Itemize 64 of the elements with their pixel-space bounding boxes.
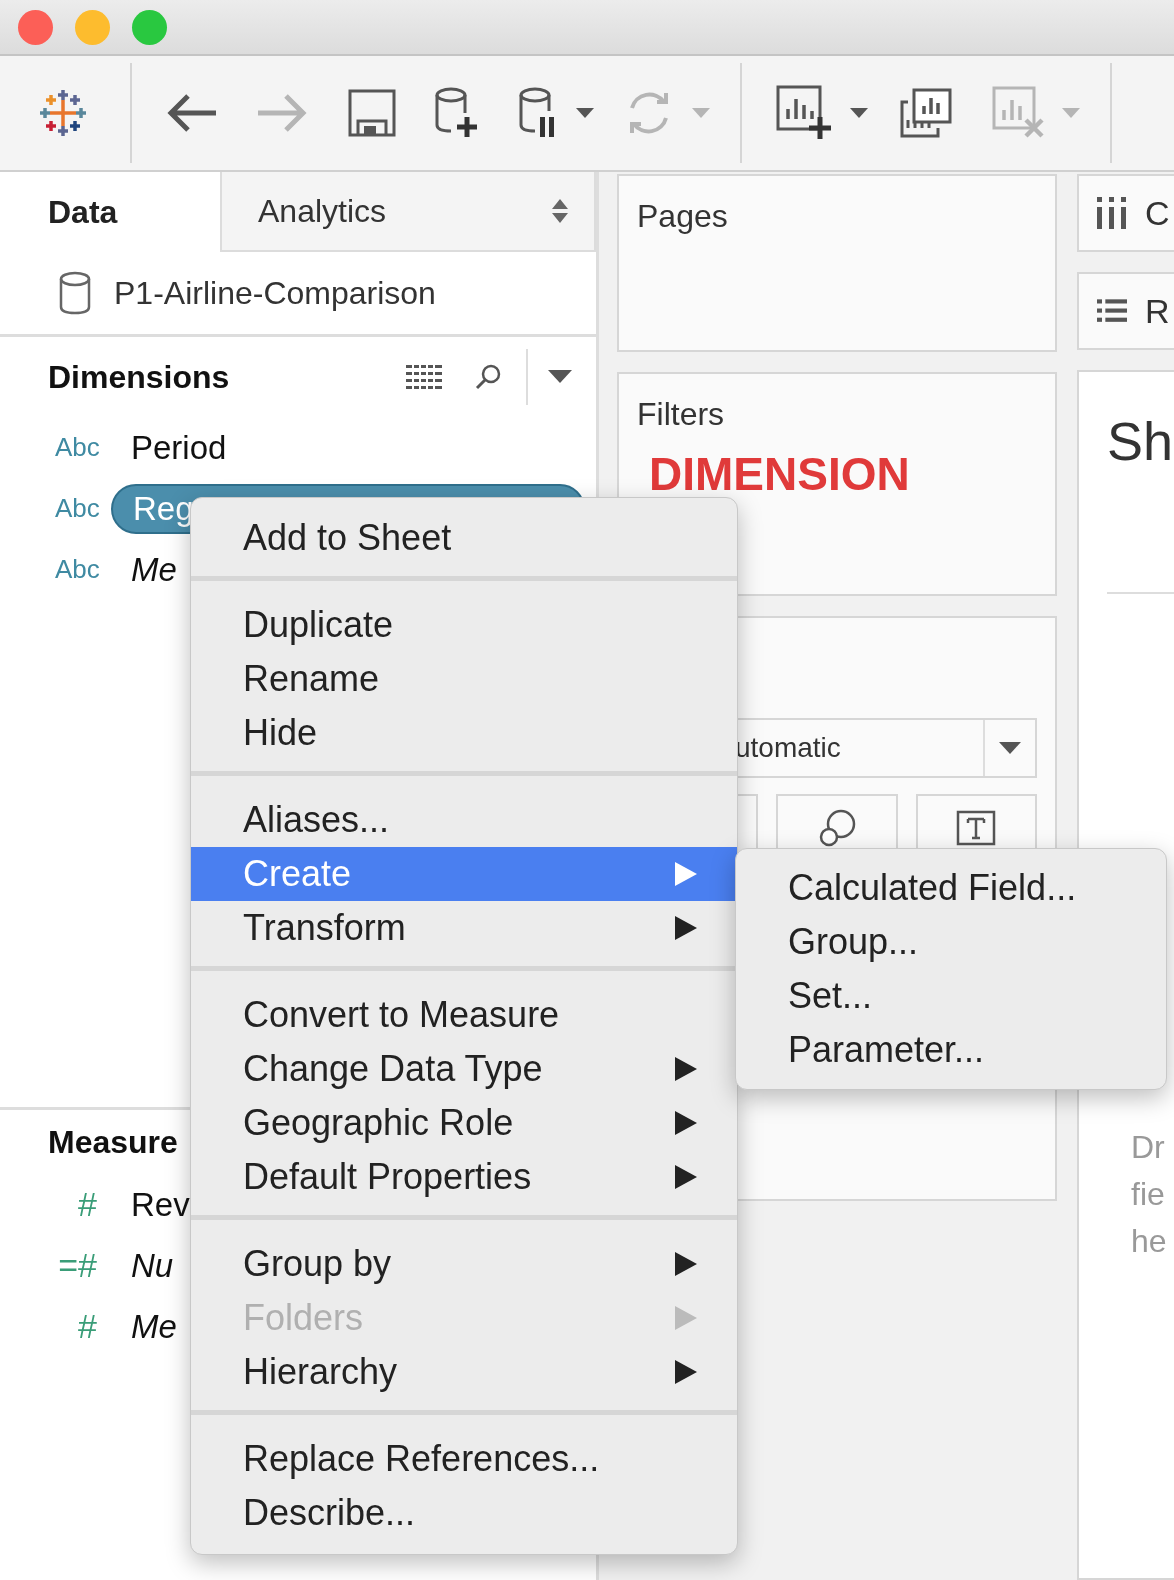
save-icon[interactable]: [348, 89, 396, 137]
menu-item[interactable]: Convert to Measure: [191, 988, 737, 1042]
menu-item[interactable]: Rename: [191, 652, 737, 706]
field-pill[interactable]: Nu: [111, 1242, 194, 1289]
submenu-arrow-icon: [675, 862, 697, 886]
menu-item[interactable]: Parameter...: [736, 1023, 1166, 1077]
submenu-arrow-icon: [675, 1165, 697, 1189]
data-type-label: #: [77, 1307, 97, 1346]
menu-item[interactable]: Add to Sheet: [191, 511, 737, 565]
submenu-arrow-icon: [675, 1360, 697, 1384]
data-type-label: #: [77, 1185, 97, 1224]
data-type-label: Abc: [55, 554, 101, 585]
data-type-label: =#: [57, 1246, 97, 1285]
section-heading: Dimensions: [48, 358, 230, 396]
submenu-arrow-icon: [675, 1111, 697, 1135]
caret-icon[interactable]: [576, 108, 594, 118]
database-icon: [58, 271, 92, 315]
submenu-arrow-icon: [675, 1252, 697, 1276]
shelf-label: R: [1145, 291, 1170, 331]
columns-icon: [1097, 197, 1127, 229]
menu-item[interactable]: Aliases...: [191, 793, 737, 847]
data-source-name[interactable]: P1-Airline-Comparison: [114, 274, 436, 312]
chart-plus-icon[interactable]: [776, 85, 832, 141]
submenu-arrow-icon: [675, 916, 697, 940]
menu-item[interactable]: Group...: [736, 915, 1166, 969]
database-plus-icon[interactable]: [434, 87, 480, 139]
shape-icon: [817, 808, 857, 848]
panel-tab[interactable]: Analytics: [220, 172, 596, 252]
app-logo-icon[interactable]: [38, 88, 88, 138]
close-button[interactable]: [18, 9, 53, 45]
menu-item[interactable]: Calculated Field...: [736, 861, 1166, 915]
menu-item[interactable]: Create: [191, 847, 737, 901]
menu-item[interactable]: Geographic Role: [191, 1096, 737, 1150]
hint-text: Dr: [1131, 1128, 1166, 1167]
sheet-title: Sh: [1107, 410, 1174, 472]
menu-item[interactable]: Duplicate: [191, 598, 737, 652]
up-down-icon: [552, 199, 568, 223]
text-icon: [956, 808, 997, 848]
duplicate-chart-icon[interactable]: [898, 88, 954, 138]
caret-icon[interactable]: [850, 108, 868, 118]
submenu-arrow-icon: [675, 1306, 697, 1330]
data-type-label: Abc: [55, 432, 101, 463]
data-type-label: Abc: [55, 493, 101, 524]
menu-item[interactable]: Change Data Type: [191, 1042, 737, 1096]
menu-item[interactable]: Hierarchy: [191, 1345, 737, 1399]
hint-text: fie: [1131, 1175, 1166, 1214]
menu-item[interactable]: Describe...: [191, 1486, 737, 1540]
field-pill[interactable]: Period: [111, 424, 247, 471]
caret-icon[interactable]: [548, 370, 572, 384]
caret-icon: [999, 741, 1021, 755]
shelf-label: Filters: [636, 395, 726, 433]
back-arrow-icon[interactable]: [166, 93, 218, 133]
menu-item[interactable]: Transform: [191, 901, 737, 955]
menu-item[interactable]: Set...: [736, 969, 1166, 1023]
menu-item[interactable]: Replace References...: [191, 1432, 737, 1486]
shelf-label: C: [1145, 193, 1170, 233]
shelf-label: Pages: [636, 197, 729, 235]
menu-item[interactable]: Default Properties: [191, 1150, 737, 1204]
menu-item[interactable]: Group by: [191, 1237, 737, 1291]
hint-text: he: [1131, 1222, 1168, 1261]
annotation-label: DIMENSION: [648, 447, 911, 501]
submenu-arrow-icon: [675, 1057, 697, 1081]
section-heading: Measure: [48, 1123, 178, 1161]
list-view-icon[interactable]: [406, 363, 442, 391]
